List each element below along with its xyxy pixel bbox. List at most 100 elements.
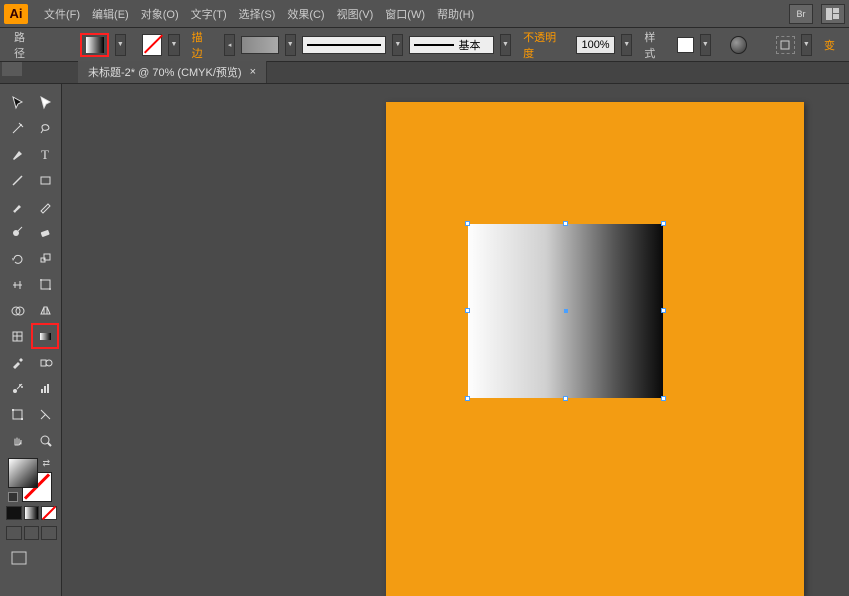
stroke-weight-dropdown[interactable]: ▼ (285, 34, 296, 56)
rectangle-tool-icon (38, 173, 53, 188)
opacity-label[interactable]: 不透明度 (517, 29, 570, 61)
free-transform-tool[interactable] (32, 272, 58, 296)
gradient-tool[interactable] (32, 324, 58, 348)
paintbrush-tool-icon (10, 199, 25, 214)
resize-handle-e[interactable] (661, 308, 666, 313)
draw-normal[interactable] (6, 526, 22, 540)
menu-type[interactable]: 文字(T) (185, 2, 233, 26)
close-tab-icon[interactable]: × (250, 66, 256, 78)
stroke-label[interactable]: 描边 (186, 29, 218, 61)
line-icon (307, 44, 381, 46)
svg-text:T: T (41, 147, 49, 162)
menu-view[interactable]: 视图(V) (331, 2, 380, 26)
blend-tool[interactable] (32, 350, 58, 374)
brush-dropdown[interactable]: ▼ (500, 34, 511, 56)
rotate-tool[interactable] (4, 246, 30, 270)
stroke-dropdown[interactable]: ▼ (168, 34, 179, 56)
color-mode-none[interactable] (41, 506, 57, 520)
resize-handle-ne[interactable] (661, 221, 666, 226)
paintbrush-tool[interactable] (4, 194, 30, 218)
opacity-dropdown[interactable]: ▼ (621, 34, 632, 56)
style-dropdown[interactable]: ▼ (700, 34, 711, 56)
resize-handle-s[interactable] (563, 396, 568, 401)
blend-tool-icon (38, 355, 53, 370)
resize-handle-sw[interactable] (465, 396, 470, 401)
selection-tool[interactable] (4, 90, 30, 114)
graph-tool-icon (38, 381, 53, 396)
default-fill-stroke-icon[interactable] (8, 492, 18, 502)
opacity-field[interactable]: 100% (576, 36, 615, 54)
swap-fill-stroke-icon[interactable]: ⇄ (42, 458, 50, 469)
scale-tool[interactable] (32, 246, 58, 270)
align-button[interactable] (776, 36, 795, 54)
zoom-tool[interactable] (32, 428, 58, 452)
resize-handle-se[interactable] (661, 396, 666, 401)
width-profile-dropdown[interactable]: ▼ (392, 34, 403, 56)
menu-window[interactable]: 窗口(W) (379, 2, 431, 26)
graph-tool[interactable] (32, 376, 58, 400)
lasso-tool-icon (38, 121, 53, 136)
type-tool[interactable]: T (32, 142, 58, 166)
pen-tool[interactable] (4, 142, 30, 166)
menu-object[interactable]: 对象(O) (135, 2, 185, 26)
perspective-tool[interactable] (32, 298, 58, 322)
color-mode-solid[interactable] (6, 506, 22, 520)
menu-help[interactable]: 帮助(H) (431, 2, 480, 26)
line-tool-icon (10, 173, 25, 188)
direct-selection-tool[interactable] (32, 90, 58, 114)
blob-brush-tool[interactable] (4, 220, 30, 244)
resize-handle-nw[interactable] (465, 221, 470, 226)
arrange-docs-button[interactable] (821, 4, 845, 24)
resize-handle-n[interactable] (563, 221, 568, 226)
symbol-sprayer-tool[interactable] (4, 376, 30, 400)
menu-effect[interactable]: 效果(C) (281, 2, 330, 26)
transform-label[interactable]: 变 (818, 37, 841, 53)
stroke-weight-down[interactable]: ◂ (224, 34, 235, 56)
fill-dropdown[interactable]: ▼ (115, 34, 126, 56)
eyedropper-tool[interactable] (4, 350, 30, 374)
graphic-style-swatch[interactable] (677, 37, 694, 53)
menu-file[interactable]: 文件(F) (38, 2, 86, 26)
fill-indicator[interactable] (8, 458, 38, 488)
menu-edit[interactable]: 编辑(E) (86, 2, 135, 26)
pencil-tool[interactable] (32, 194, 58, 218)
draw-behind[interactable] (24, 526, 40, 540)
stroke-weight-field[interactable] (241, 36, 278, 54)
slice-tool[interactable] (32, 402, 58, 426)
align-icon (779, 39, 791, 51)
brush-label: 基本 (458, 37, 480, 53)
bridge-button[interactable]: Br (789, 4, 813, 24)
resize-handle-w[interactable] (465, 308, 470, 313)
shape-builder-tool[interactable] (4, 298, 30, 322)
brush-definition[interactable]: 基本 (409, 36, 493, 54)
line-tool[interactable] (4, 168, 30, 192)
align-dropdown[interactable]: ▼ (801, 34, 812, 56)
color-mode-gradient[interactable] (24, 506, 40, 520)
eraser-tool[interactable] (32, 220, 58, 244)
stroke-color-swatch[interactable] (142, 34, 163, 56)
mesh-tool[interactable] (4, 324, 30, 348)
magic-wand-tool[interactable] (4, 116, 30, 140)
perspective-tool-icon (38, 303, 53, 318)
magic-wand-tool-icon (10, 121, 25, 136)
selected-rectangle[interactable] (468, 224, 663, 398)
width-tool-icon (10, 277, 25, 292)
artboard[interactable] (386, 102, 804, 596)
hand-tool[interactable] (4, 428, 30, 452)
lasso-tool[interactable] (32, 116, 58, 140)
rectangle-tool[interactable] (32, 168, 58, 192)
recolor-artwork-icon[interactable] (730, 36, 747, 54)
slice-tool-icon (38, 407, 53, 422)
artboard-tool[interactable] (4, 402, 30, 426)
fill-color-swatch[interactable] (80, 33, 108, 57)
color-mode-row (6, 506, 57, 520)
canvas[interactable] (62, 84, 849, 596)
menu-select[interactable]: 选择(S) (233, 2, 282, 26)
document-tab[interactable]: 未标题-2* @ 70% (CMYK/预览) × (78, 61, 267, 83)
panel-collapse-handle[interactable] (2, 62, 22, 76)
fill-stroke-indicator[interactable]: ⇄ (8, 458, 52, 502)
draw-inside[interactable] (41, 526, 57, 540)
width-tool[interactable] (4, 272, 30, 296)
screen-mode-button[interactable] (6, 546, 32, 570)
variable-width-profile[interactable] (302, 36, 386, 54)
